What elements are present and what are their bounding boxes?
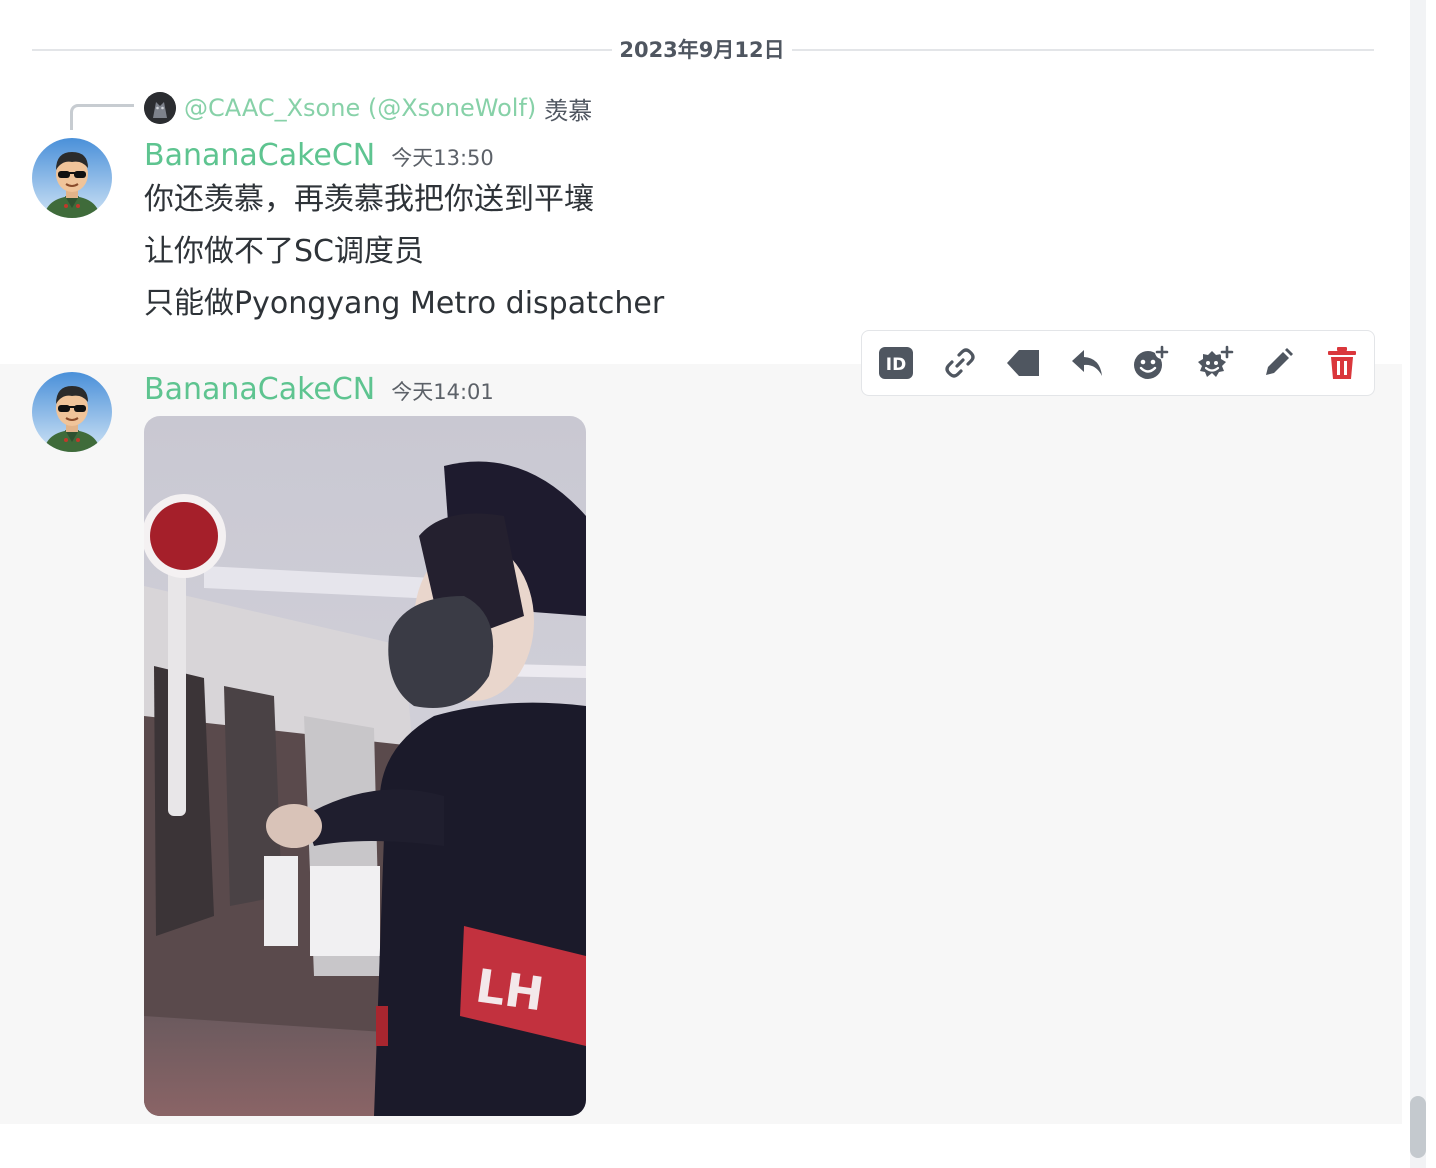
message-header: BananaCakeCN 今天14:01 — [144, 372, 494, 407]
message-actions-toolbar: ID — [861, 330, 1375, 396]
message-line: 你还羡慕，再羡慕我把你送到平壤 — [144, 182, 594, 217]
author-username[interactable]: BananaCakeCN — [144, 372, 375, 407]
add-reaction-icon — [1133, 345, 1169, 379]
date-divider: 2023年9月12日 — [32, 36, 1374, 64]
divider-line-left — [32, 49, 612, 51]
scrollbar-thumb[interactable] — [1410, 1096, 1426, 1158]
reply-preview-text[interactable]: 羡慕 — [544, 91, 592, 126]
reply-avatar[interactable] — [144, 92, 176, 124]
avatar[interactable] — [32, 372, 112, 452]
add-reaction-button[interactable] — [1119, 331, 1183, 395]
tag-icon — [1007, 350, 1040, 376]
copy-id-button[interactable]: ID — [864, 331, 928, 395]
copy-link-button[interactable] — [928, 331, 992, 395]
reply-username[interactable]: @CAAC_Xsone (@XsoneWolf) — [184, 94, 536, 122]
author-username[interactable]: BananaCakeCN — [144, 138, 375, 173]
message-line: 让你做不了SC调度员 — [144, 234, 424, 269]
tag-button[interactable] — [992, 331, 1056, 395]
reply-icon — [1072, 350, 1103, 376]
message-line: 只能做Pyongyang Metro dispatcher — [144, 286, 665, 321]
message-timestamp: 今天13:50 — [391, 146, 494, 170]
edit-icon — [1266, 348, 1294, 375]
id-icon: ID — [878, 347, 913, 379]
svg-text:ID: ID — [886, 355, 906, 375]
svg-text:LH: LH — [472, 958, 547, 1021]
reply-button[interactable] — [1055, 331, 1119, 395]
add-super-reaction-button[interactable] — [1183, 331, 1247, 395]
delete-button[interactable] — [1310, 331, 1374, 395]
reply-reference[interactable]: @CAAC_Xsone (@XsoneWolf) 羡慕 — [144, 91, 592, 126]
add-super-reaction-icon — [1197, 345, 1234, 377]
chat-window: 2023年9月12日 @CAAC_Xsone (@XsoneWolf) 羡慕 B… — [0, 0, 1436, 1168]
scrollbar-track[interactable] — [1410, 0, 1426, 1168]
divider-line-right — [792, 49, 1374, 51]
reply-spine — [70, 104, 134, 130]
message-timestamp: 今天14:01 — [391, 380, 494, 404]
edit-button[interactable] — [1247, 331, 1311, 395]
delete-icon — [1328, 347, 1357, 379]
link-icon — [945, 348, 975, 378]
video-thumbnail[interactable]: LH — [144, 416, 586, 1116]
message-header: BananaCakeCN 今天13:50 — [144, 138, 494, 173]
avatar[interactable] — [32, 138, 112, 218]
divider-date: 2023年9月12日 — [619, 38, 785, 62]
